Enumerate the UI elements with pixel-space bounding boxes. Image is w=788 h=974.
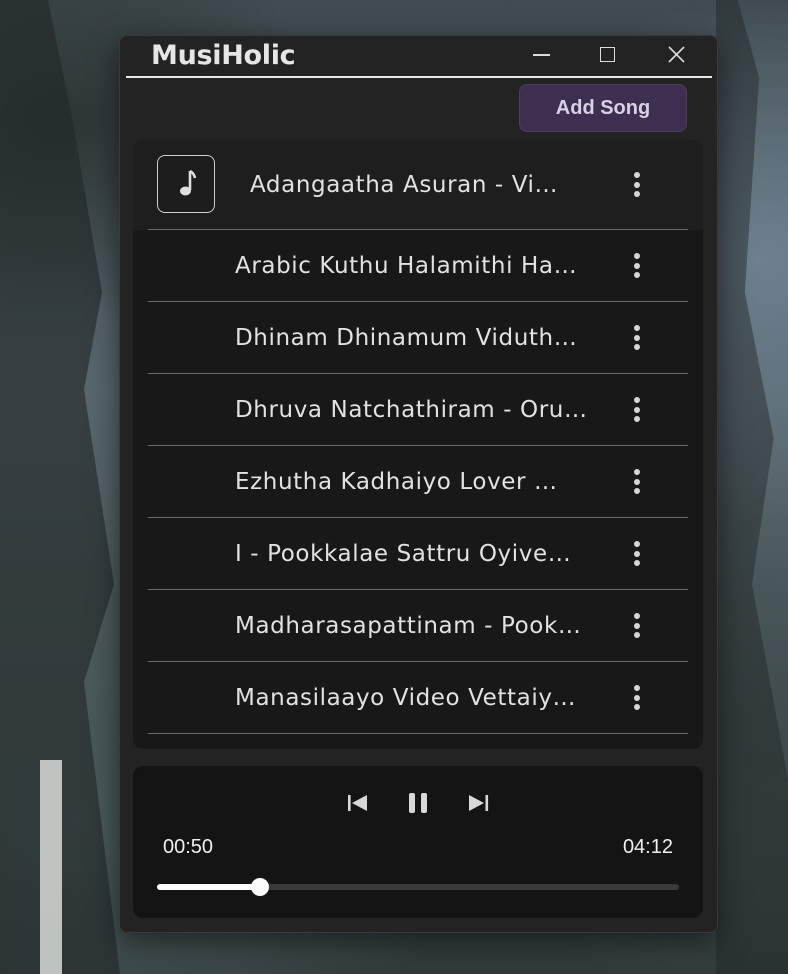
total-time: 04:12 bbox=[622, 836, 673, 858]
minimize-button[interactable] bbox=[527, 42, 557, 68]
close-button[interactable] bbox=[662, 42, 692, 68]
song-title: Adangaatha Asuran - Vi… bbox=[250, 172, 559, 198]
song-row[interactable]: Ezhutha Kadhaiyo Lover … bbox=[133, 446, 703, 518]
song-row[interactable]: I - Pookkalae Sattru Oyive… bbox=[133, 518, 703, 590]
song-title: Madharasapattinam - Pook… bbox=[235, 613, 582, 639]
song-options-icon[interactable] bbox=[633, 541, 641, 571]
song-title: Dhinam Dhinamum Viduth… bbox=[235, 325, 578, 351]
music-note-icon bbox=[180, 169, 197, 196]
song-title: I - Pookkalae Sattru Oyive… bbox=[235, 541, 572, 567]
pause-button[interactable] bbox=[403, 788, 433, 818]
current-time: 00:50 bbox=[163, 836, 214, 858]
add-song-button[interactable]: Add Song bbox=[519, 84, 687, 132]
title-divider bbox=[126, 76, 712, 78]
song-title: Arabic Kuthu Halamithi Ha… bbox=[235, 253, 578, 279]
song-row-active[interactable]: Adangaatha Asuran - Vi… bbox=[133, 140, 703, 230]
player-controls: 00:50 04:12 bbox=[133, 766, 703, 918]
seek-bar-progress bbox=[157, 884, 261, 890]
song-options-icon[interactable] bbox=[633, 685, 641, 715]
close-icon bbox=[668, 46, 685, 63]
skip-next-icon bbox=[469, 795, 489, 811]
song-row[interactable]: Dhinam Dhinamum Viduth… bbox=[133, 302, 703, 374]
minimize-icon bbox=[533, 54, 550, 56]
song-options-icon[interactable] bbox=[633, 325, 641, 355]
song-options-icon[interactable] bbox=[633, 613, 641, 643]
song-row[interactable]: Dhruva Natchathiram - Oru… bbox=[133, 374, 703, 446]
song-options-icon[interactable] bbox=[633, 469, 641, 499]
next-button[interactable] bbox=[463, 788, 493, 818]
song-title: Ezhutha Kadhaiyo Lover … bbox=[235, 469, 558, 495]
album-thumbnail bbox=[157, 155, 215, 213]
song-title: Dhruva Natchathiram - Oru… bbox=[235, 397, 588, 423]
song-list[interactable]: Adangaatha Asuran - Vi… Arabic Kuthu Hal… bbox=[133, 140, 703, 749]
skip-previous-icon bbox=[348, 795, 367, 811]
pause-icon bbox=[409, 793, 427, 813]
app-window: MusiHolic Add Song Adangaatha Asuran - V… bbox=[119, 35, 718, 933]
song-options-icon[interactable] bbox=[633, 253, 641, 283]
background-birch-trunk bbox=[40, 760, 62, 974]
background-tree bbox=[716, 0, 788, 974]
app-title: MusiHolic bbox=[151, 40, 296, 71]
song-options-icon[interactable] bbox=[633, 172, 641, 202]
song-row[interactable]: Madharasapattinam - Pook… bbox=[133, 590, 703, 662]
song-options-icon[interactable] bbox=[633, 397, 641, 427]
seek-bar-handle[interactable] bbox=[251, 878, 270, 896]
row-divider bbox=[148, 733, 688, 734]
previous-button[interactable] bbox=[343, 788, 373, 818]
song-row[interactable]: Manasilaayo Video Vettaiy… bbox=[133, 662, 703, 734]
song-title: Manasilaayo Video Vettaiy… bbox=[235, 685, 577, 711]
seek-bar[interactable] bbox=[157, 878, 679, 896]
song-row[interactable]: Arabic Kuthu Halamithi Ha… bbox=[133, 230, 703, 302]
maximize-icon bbox=[600, 47, 615, 62]
maximize-button[interactable] bbox=[593, 42, 623, 68]
title-bar[interactable]: MusiHolic bbox=[120, 36, 717, 78]
